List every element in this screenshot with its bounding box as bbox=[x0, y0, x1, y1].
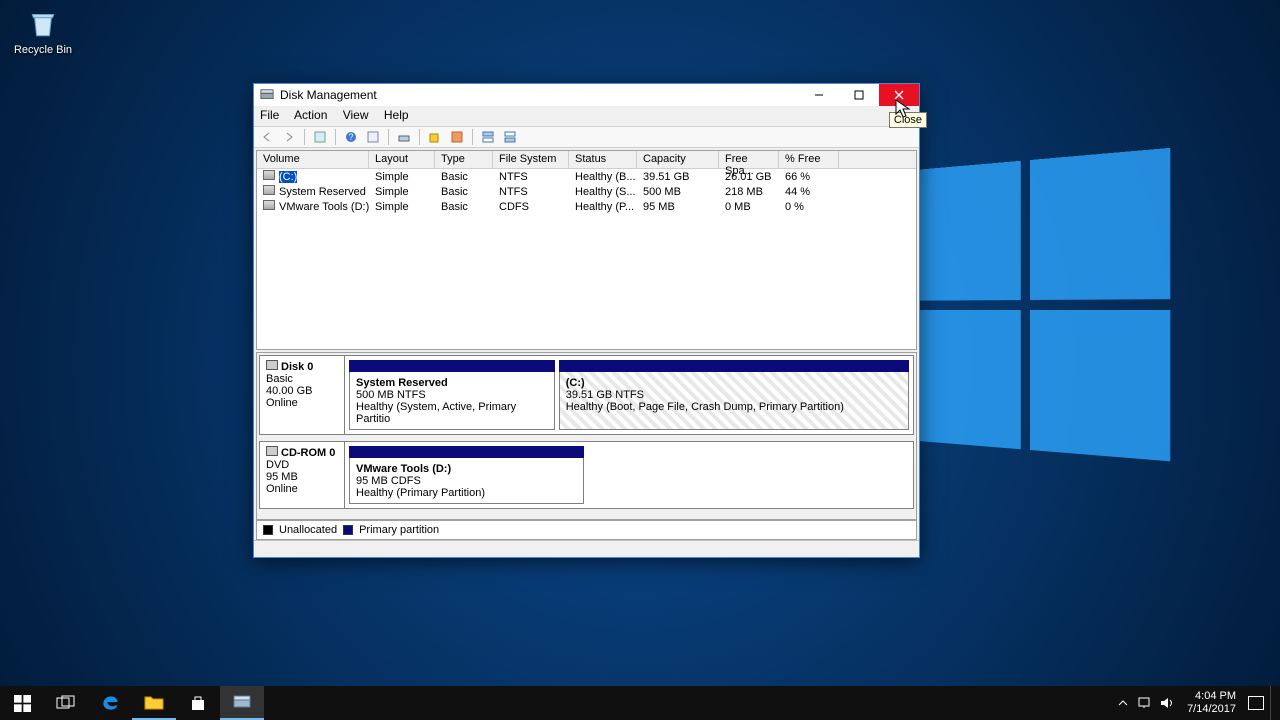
action-center-icon[interactable] bbox=[1248, 695, 1264, 711]
col-status[interactable]: Status bbox=[569, 151, 637, 168]
task-view-button[interactable] bbox=[44, 686, 88, 720]
store-button[interactable] bbox=[176, 686, 220, 720]
col-volume[interactable]: Volume bbox=[257, 151, 369, 168]
col-pct[interactable]: % Free bbox=[779, 151, 839, 168]
volume-row[interactable]: (C:)SimpleBasicNTFSHealthy (B...39.51 GB… bbox=[257, 169, 916, 184]
partition-stripe bbox=[349, 446, 584, 458]
legend-unallocated: Unallocated bbox=[279, 524, 337, 536]
time-text: 4:04 PM bbox=[1187, 690, 1236, 703]
rescan-button[interactable] bbox=[395, 128, 413, 146]
col-type[interactable]: Type bbox=[435, 151, 493, 168]
file-explorer-button[interactable] bbox=[132, 686, 176, 720]
tray-chevron-icon[interactable] bbox=[1115, 695, 1131, 711]
disk-row[interactable]: Disk 0Basic40.00 GBOnlineSystem Reserved… bbox=[259, 355, 914, 435]
show-desktop-button[interactable] bbox=[1270, 686, 1276, 720]
status-bar bbox=[254, 540, 919, 560]
properties-button[interactable] bbox=[448, 128, 466, 146]
disk-info[interactable]: CD-ROM 0DVD95 MBOnline bbox=[260, 442, 345, 508]
start-button[interactable] bbox=[0, 686, 44, 720]
col-free[interactable]: Free Spa... bbox=[719, 151, 779, 168]
legend-primary: Primary partition bbox=[359, 524, 439, 536]
volume-icon[interactable] bbox=[1159, 695, 1175, 711]
disk-management-window: Disk Management Close File Action View H… bbox=[253, 83, 920, 558]
disk-graphical-view[interactable]: Disk 0Basic40.00 GBOnlineSystem Reserved… bbox=[256, 352, 917, 520]
close-button[interactable] bbox=[879, 84, 919, 106]
refresh-button[interactable] bbox=[364, 128, 382, 146]
system-tray: 4:04 PM 7/14/2017 bbox=[1115, 686, 1280, 720]
edge-button[interactable] bbox=[88, 686, 132, 720]
drive-icon bbox=[263, 200, 275, 210]
col-capacity[interactable]: Capacity bbox=[637, 151, 719, 168]
app-icon bbox=[260, 88, 274, 102]
close-tooltip: Close bbox=[889, 112, 927, 128]
volume-row[interactable]: VMware Tools (D:)SimpleBasicCDFSHealthy … bbox=[257, 199, 916, 214]
legend: Unallocated Primary partition bbox=[256, 520, 917, 540]
disk-management-taskbar-button[interactable] bbox=[220, 686, 264, 720]
volume-list[interactable]: Volume Layout Type File System Status Ca… bbox=[256, 150, 917, 350]
menu-action[interactable]: Action bbox=[294, 108, 327, 122]
menu-bar: File Action View Help bbox=[254, 106, 919, 126]
minimize-button[interactable] bbox=[799, 84, 839, 106]
date-text: 7/14/2017 bbox=[1187, 703, 1236, 716]
volume-list-header[interactable]: Volume Layout Type File System Status Ca… bbox=[257, 151, 916, 169]
action-button[interactable] bbox=[426, 128, 444, 146]
view-top-button[interactable] bbox=[479, 128, 497, 146]
disk-icon bbox=[266, 360, 278, 370]
partition-stripe bbox=[349, 360, 555, 372]
help-button[interactable]: ? bbox=[342, 128, 360, 146]
partition-block[interactable]: VMware Tools (D:)95 MB CDFSHealthy (Prim… bbox=[349, 446, 584, 504]
volume-row[interactable]: System ReservedSimpleBasicNTFSHealthy (S… bbox=[257, 184, 916, 199]
drive-icon bbox=[263, 185, 275, 195]
back-button[interactable] bbox=[258, 128, 276, 146]
disk-info[interactable]: Disk 0Basic40.00 GBOnline bbox=[260, 356, 345, 434]
disk-row[interactable]: CD-ROM 0DVD95 MBOnlineVMware Tools (D:)9… bbox=[259, 441, 914, 509]
view-bottom-button[interactable] bbox=[501, 128, 519, 146]
toolbar: ? bbox=[254, 126, 919, 148]
network-icon[interactable] bbox=[1137, 695, 1153, 711]
disk-icon bbox=[266, 446, 278, 456]
taskbar: 4:04 PM 7/14/2017 bbox=[0, 686, 1280, 720]
title-bar[interactable]: Disk Management Close bbox=[254, 84, 919, 106]
show-hide-tree-button[interactable] bbox=[311, 128, 329, 146]
drive-icon bbox=[263, 170, 275, 180]
svg-text:?: ? bbox=[348, 132, 353, 142]
recycle-bin-icon[interactable]: Recycle Bin bbox=[8, 6, 78, 56]
partition-block[interactable]: (C:)39.51 GB NTFSHealthy (Boot, Page Fil… bbox=[559, 360, 909, 430]
partition-stripe bbox=[559, 360, 909, 372]
window-title: Disk Management bbox=[280, 88, 799, 102]
recycle-bin-label: Recycle Bin bbox=[14, 44, 72, 56]
menu-view[interactable]: View bbox=[343, 108, 369, 122]
clock[interactable]: 4:04 PM 7/14/2017 bbox=[1187, 690, 1236, 716]
forward-button[interactable] bbox=[280, 128, 298, 146]
col-layout[interactable]: Layout bbox=[369, 151, 435, 168]
col-filesystem[interactable]: File System bbox=[493, 151, 569, 168]
menu-help[interactable]: Help bbox=[384, 108, 409, 122]
wallpaper-windows-logo bbox=[901, 147, 1181, 473]
partition-block[interactable]: System Reserved500 MB NTFSHealthy (Syste… bbox=[349, 360, 555, 430]
menu-file[interactable]: File bbox=[260, 108, 279, 122]
maximize-button[interactable] bbox=[839, 84, 879, 106]
